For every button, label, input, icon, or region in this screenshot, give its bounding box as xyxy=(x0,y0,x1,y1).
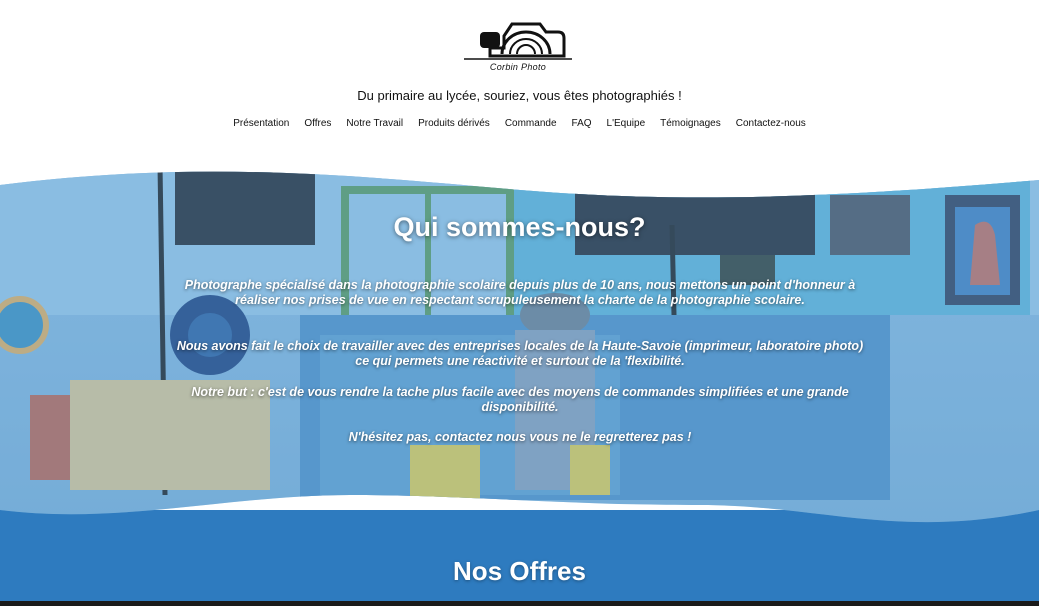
nav-item-faq[interactable]: FAQ xyxy=(572,118,592,129)
nav-item-equipe[interactable]: L'Equipe xyxy=(607,118,646,129)
main-navigation: Présentation Offres Notre Travail Produi… xyxy=(0,118,1039,129)
camera-icon xyxy=(464,22,572,60)
nav-item-offres[interactable]: Offres xyxy=(304,118,331,129)
nav-item-commande[interactable]: Commande xyxy=(505,118,557,129)
hero-paragraph-2: Nous avons fait le choix de travailler a… xyxy=(176,339,864,368)
logo-text: Corbin Photo xyxy=(489,62,547,72)
section-divider xyxy=(0,601,1039,606)
nav-item-presentation[interactable]: Présentation xyxy=(233,118,289,129)
nav-item-notre-travail[interactable]: Notre Travail xyxy=(346,118,403,129)
hero-paragraph-1: Photographe spécialisé dans la photograp… xyxy=(184,278,856,307)
site-tagline: Du primaire au lycée, souriez, vous êtes… xyxy=(357,88,682,103)
hero-title: Qui sommes-nous? xyxy=(393,212,646,242)
nav-item-temoignages[interactable]: Témoignages xyxy=(660,118,721,129)
offers-section-title: Nos Offres xyxy=(453,556,586,586)
nav-item-produits-derives[interactable]: Produits dérivés xyxy=(418,118,490,129)
corbin-photo-logo[interactable]: Corbin Photo xyxy=(460,18,576,76)
hero-paragraph-3: Notre but : c'est de vous rendre la tach… xyxy=(191,385,849,414)
hero-paragraph-4: N'hésitez pas, contactez nous vous ne le… xyxy=(348,430,692,444)
nav-item-contactez-nous[interactable]: Contactez-nous xyxy=(736,118,806,129)
site-header: Corbin Photo Du primaire au lycée, souri… xyxy=(0,0,1039,170)
